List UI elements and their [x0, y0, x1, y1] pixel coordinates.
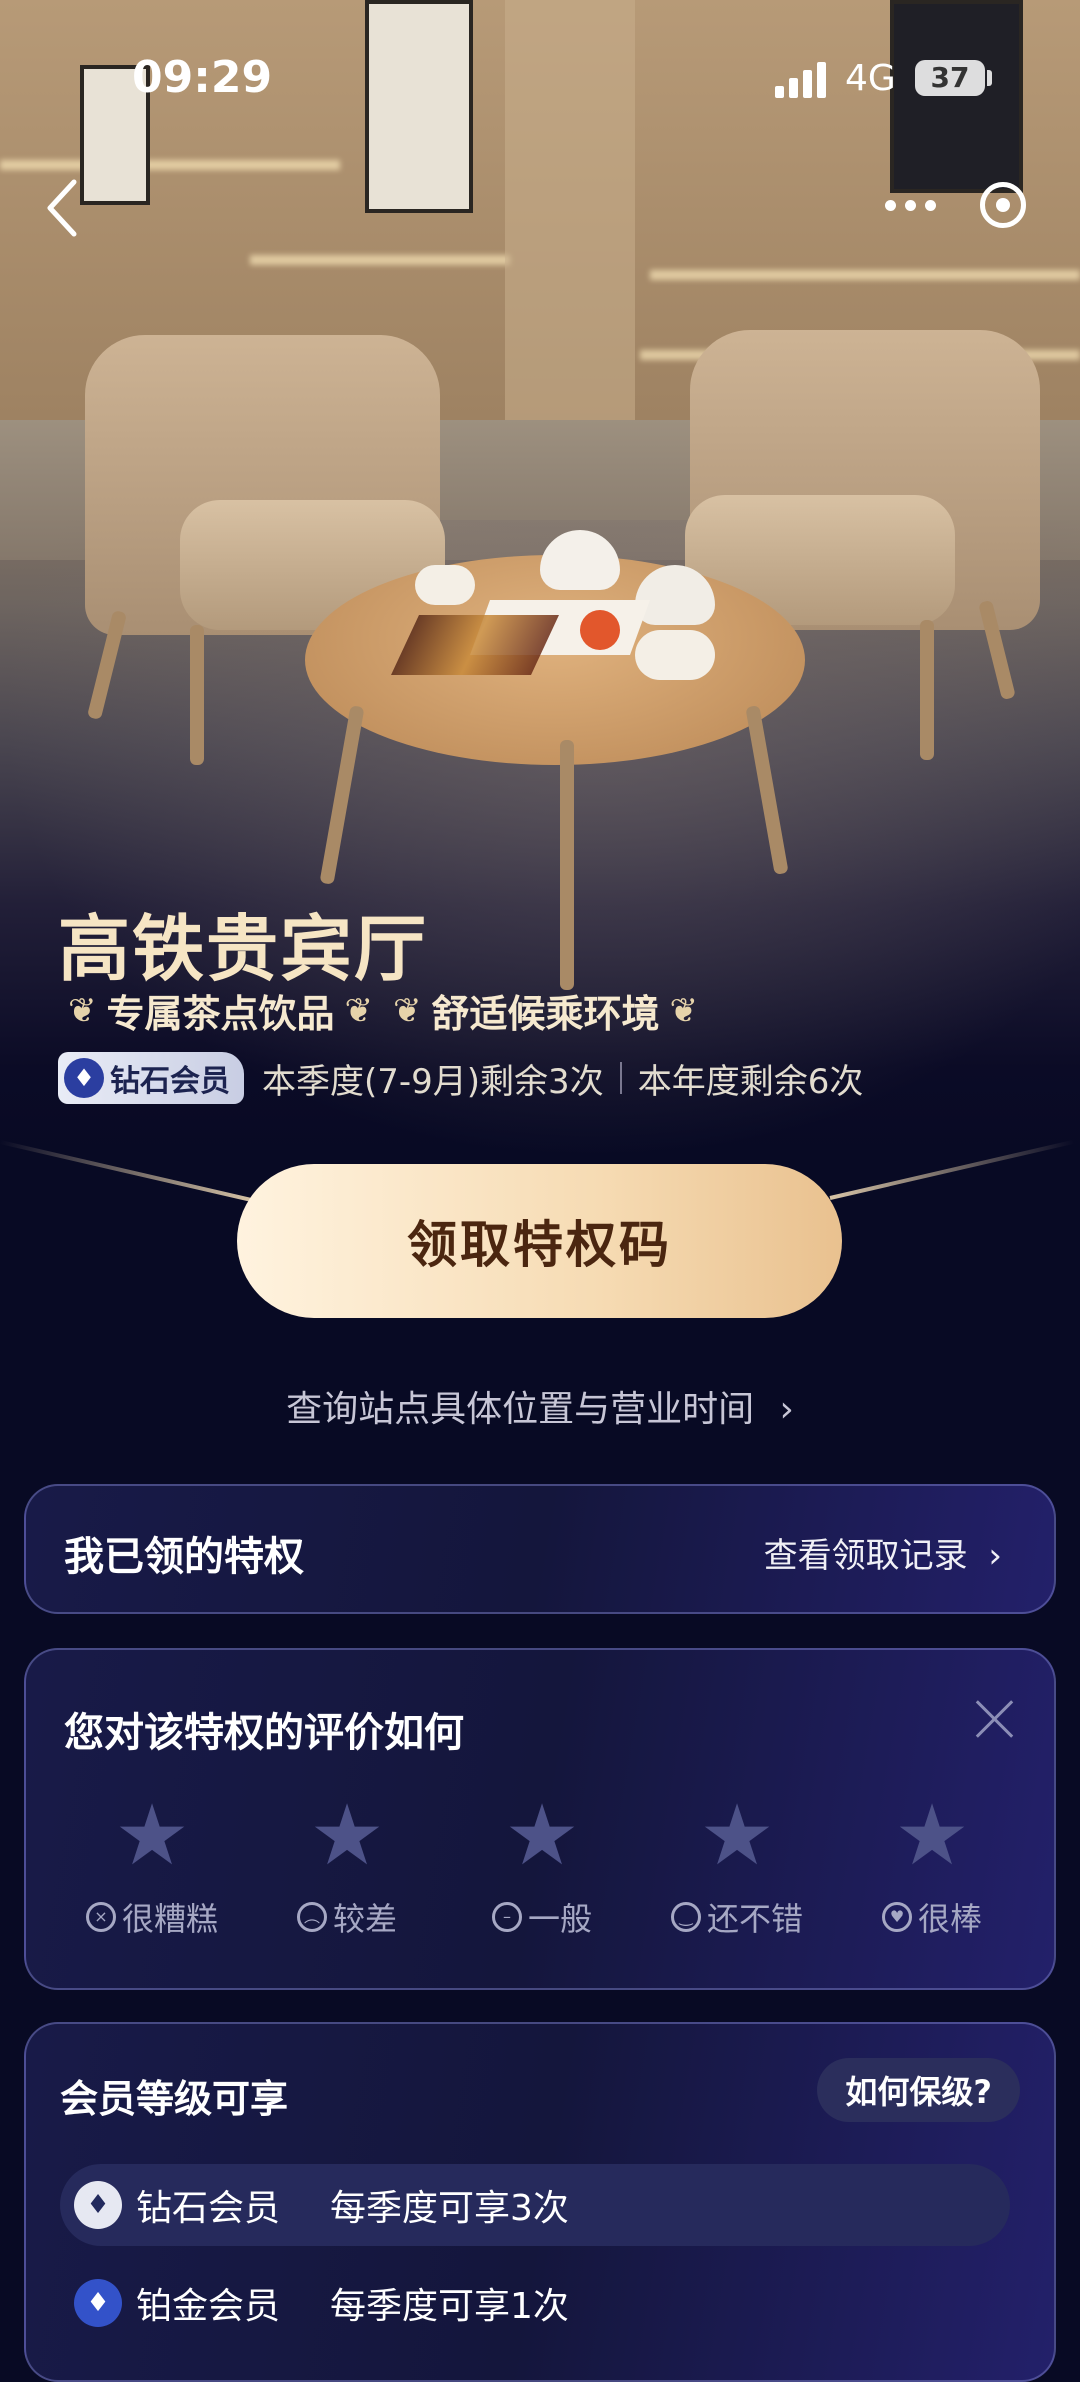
star-icon: ★ [114, 1786, 190, 1884]
diamond-member-icon: ♦ [74, 2181, 122, 2229]
more-icon[interactable] [885, 190, 945, 220]
member-usage-line: ♦ 钻石会员 本季度(7-9月)剩余3次 本年度剩余6次 [58, 1052, 863, 1104]
page-title: 高铁贵宾厅 [58, 907, 429, 991]
battery-icon: 37 [915, 60, 985, 96]
heart-eyes-face-icon: ♥ [881, 1902, 912, 1932]
member-levels-title: 会员等级可享 [60, 2077, 289, 2121]
feature-tag: 专属茶点饮品 [106, 992, 335, 1036]
laurel-icon: ❦ [669, 990, 699, 1031]
level-benefit: 每季度可享3次 [330, 2188, 569, 2229]
chevron-right-icon: › [988, 1536, 1002, 1576]
chevron-right-icon: › [779, 1389, 794, 1430]
sad-face-icon: ︵ [296, 1902, 327, 1932]
status-bar: 09:29 4G 37 [0, 0, 1080, 150]
level-row-platinum: ♦ 铂金会员 每季度可享1次 [60, 2262, 1010, 2344]
star-icon: ★ [309, 1786, 385, 1884]
feature-tag: 舒适候乘环境 [431, 992, 660, 1036]
laurel-icon: ❦ [393, 990, 422, 1031]
laurel-icon: ❦ [68, 990, 97, 1031]
year-remaining: 本年度剩余6次 [637, 1061, 864, 1102]
my-privileges-card[interactable]: 我已领的特权 查看领取记录 › [24, 1484, 1056, 1614]
member-badge: ♦ 钻石会员 [58, 1052, 244, 1104]
level-row-diamond: ♦ 钻石会员 每季度可享3次 [60, 2164, 1010, 2246]
level-name: 钻石会员 [136, 2188, 281, 2229]
close-icon[interactable] [974, 1698, 1016, 1740]
my-privileges-title: 我已领的特权 [64, 1534, 304, 1580]
rating-title: 您对该特权的评价如何 [64, 1710, 464, 1756]
rating-label: 较差 [332, 1900, 397, 1938]
claim-code-button[interactable]: 领取特权码 [237, 1164, 842, 1318]
rating-card: 您对该特权的评价如何 ★ × 很糟糕 ★ ︵ 较差 ★ – 一般 ★ ‿ 还不错 ★ ♥… [24, 1648, 1056, 1990]
target-icon[interactable] [980, 182, 1026, 228]
rating-options: ★ × 很糟糕 ★ ︵ 较差 ★ – 一般 ★ ‿ 还不错 ★ ♥ 很棒 [62, 1790, 1022, 1940]
star-icon: ★ [894, 1786, 970, 1884]
station-info-link[interactable]: 查询站点具体位置与营业时间 › [0, 1380, 1080, 1432]
how-to-keep-level-button[interactable]: 如何保级? [817, 2058, 1020, 2122]
very-sad-face-icon: × [85, 1902, 116, 1932]
feature-tags: ❦ 专属茶点饮品 ❦ ❦ 舒适候乘环境 ❦ [58, 983, 708, 1038]
divider [619, 1062, 622, 1094]
status-time: 09:29 [132, 52, 273, 103]
view-records-link[interactable]: 查看领取记录 › [764, 1528, 1002, 1577]
view-records-label: 查看领取记录 [763, 1536, 968, 1576]
rating-option-1[interactable]: ★ × 很糟糕 [62, 1790, 242, 1940]
rating-label: 很棒 [917, 1900, 982, 1938]
diamond-member-icon: ♦ [64, 1058, 104, 1098]
rating-option-4[interactable]: ★ ‿ 还不错 [647, 1790, 827, 1940]
platinum-member-icon: ♦ [74, 2279, 122, 2327]
star-icon: ★ [504, 1786, 580, 1884]
level-name: 铂金会员 [136, 2286, 281, 2327]
smile-face-icon: ‿ [670, 1902, 701, 1932]
member-levels-card: 会员等级可享 如何保级? ♦ 钻石会员 每季度可享3次 ♦ 铂金会员 每季度可享… [24, 2022, 1056, 2382]
signal-icon [775, 62, 831, 98]
member-badge-label: 钻石会员 [110, 1064, 230, 1099]
quarter-remaining: 本季度(7-9月)剩余3次 [262, 1061, 604, 1102]
laurel-icon: ❦ [344, 990, 374, 1031]
station-info-label: 查询站点具体位置与营业时间 [286, 1389, 755, 1430]
rating-label: 一般 [527, 1900, 592, 1938]
rating-label: 还不错 [706, 1900, 803, 1938]
rating-label: 很糟糕 [121, 1900, 218, 1938]
level-benefit: 每季度可享1次 [330, 2286, 569, 2327]
star-icon: ★ [699, 1786, 775, 1884]
rating-option-3[interactable]: ★ – 一般 [452, 1790, 632, 1940]
rating-option-2[interactable]: ★ ︵ 较差 [257, 1790, 437, 1940]
rating-option-5[interactable]: ★ ♥ 很棒 [842, 1790, 1022, 1940]
neutral-face-icon: – [491, 1902, 522, 1932]
network-type: 4G [845, 58, 896, 99]
back-icon[interactable] [40, 170, 90, 240]
battery-tip [987, 70, 992, 86]
